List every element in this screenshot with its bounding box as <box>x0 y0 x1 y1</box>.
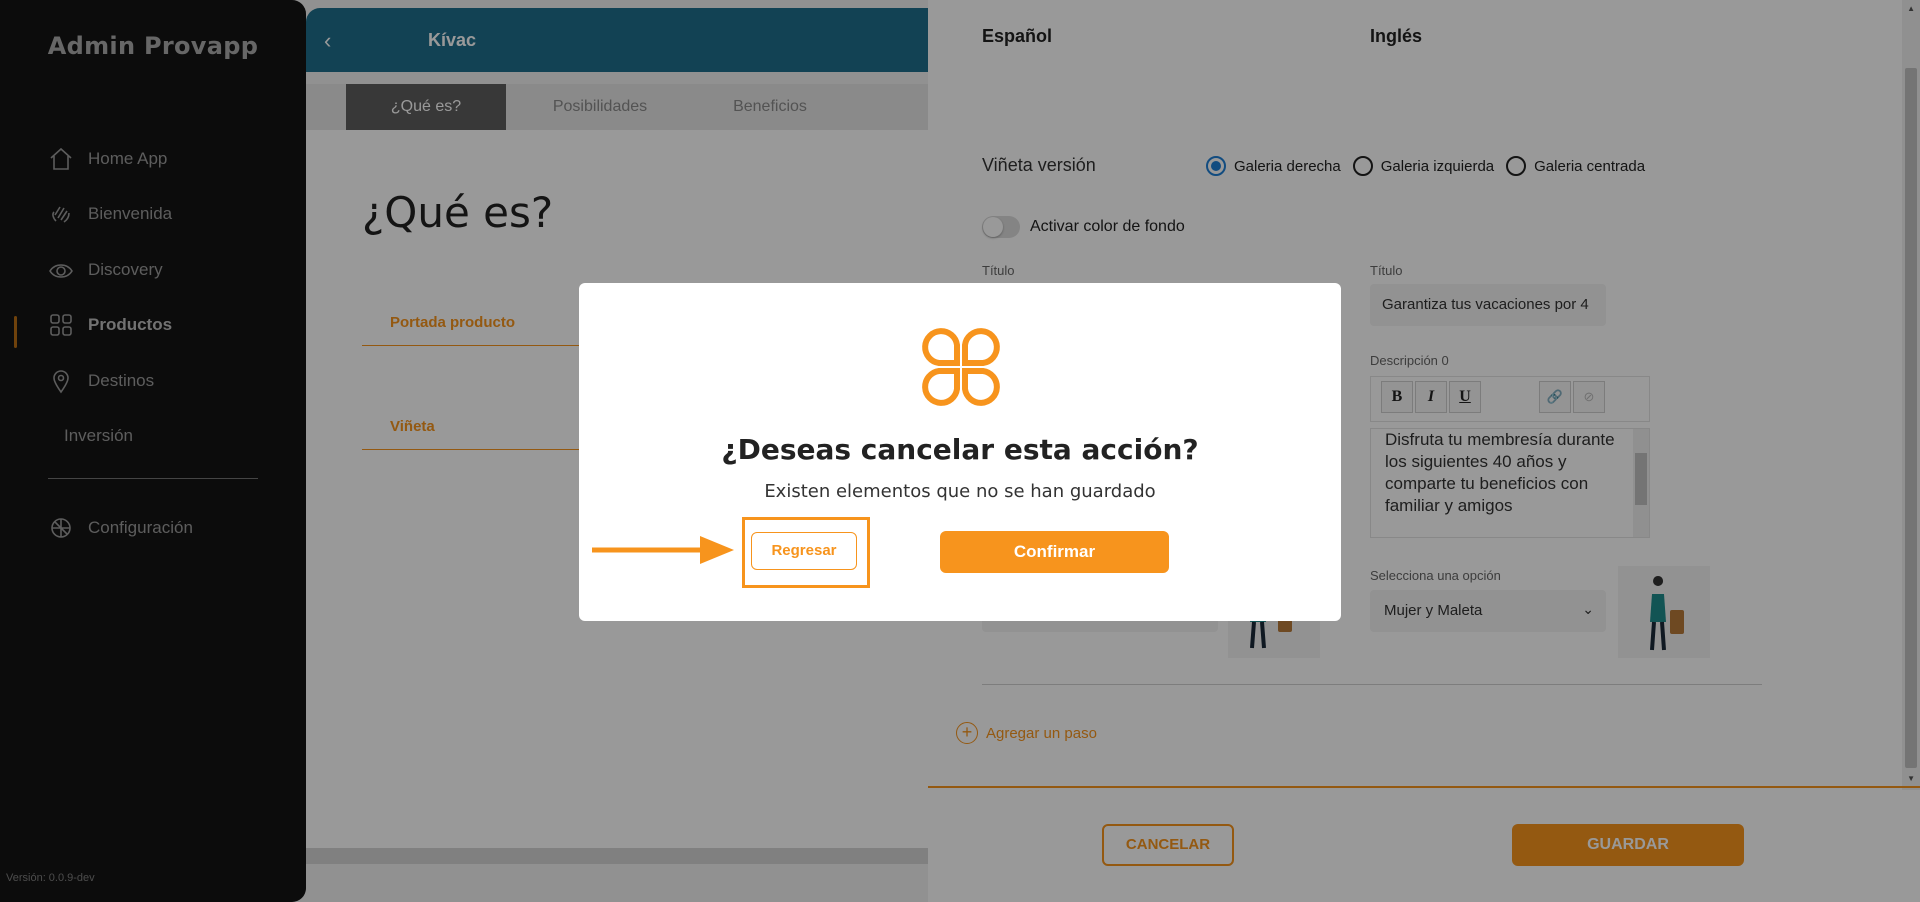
dialog-title: ¿Deseas cancelar esta acción? <box>721 433 1199 466</box>
confirm-button[interactable]: Confirmar <box>940 531 1169 573</box>
dialog-message: Existen elementos que no se han guardado <box>764 481 1156 502</box>
confirm-cancel-dialog: ¿Deseas cancelar esta acción? Existen el… <box>579 283 1341 621</box>
highlight-box <box>742 517 870 588</box>
sidebar-dim <box>0 0 306 902</box>
clover-logo-icon <box>922 328 1000 406</box>
pointer-arrow-icon <box>592 536 734 564</box>
